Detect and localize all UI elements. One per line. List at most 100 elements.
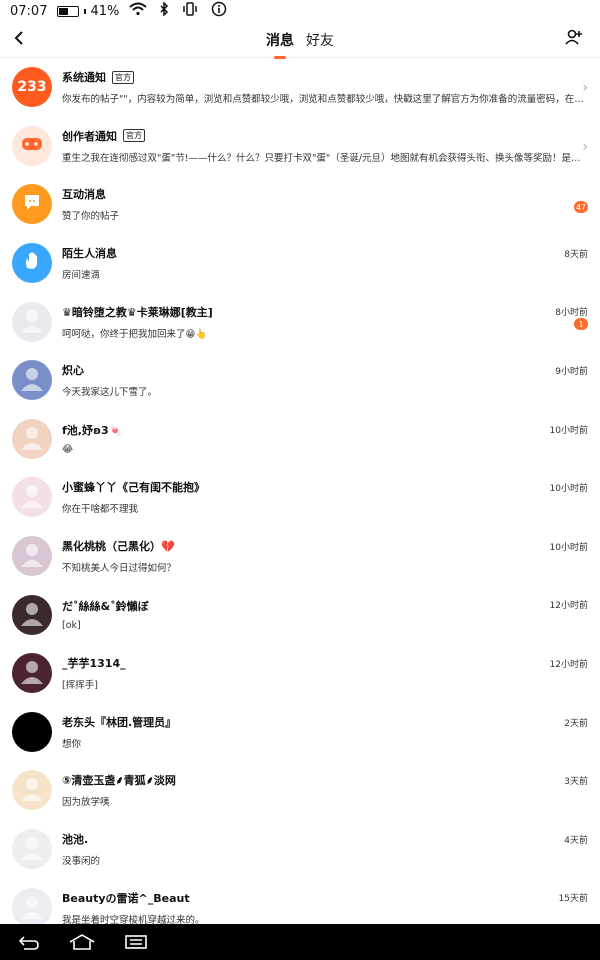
avatar[interactable] <box>12 418 52 459</box>
item-name: 炽心 <box>62 364 84 378</box>
list-item[interactable]: _芋芋1314_ [挥挥手] 12小时前 <box>0 644 600 703</box>
item-name: 池池. <box>62 833 89 847</box>
item-message: 重生之我在连彻感过双"蛋"节!——什么？什么？只要打卡双"蛋"（圣诞/元旦）地图… <box>62 152 588 164</box>
avatar[interactable] <box>12 770 52 811</box>
hand-icon <box>21 250 43 276</box>
avatar[interactable] <box>12 829 52 870</box>
avatar[interactable] <box>12 243 52 284</box>
list-item[interactable]: 创作者通知 官方重生之我在连彻感过双"蛋"节!——什么？什么？只要打卡双"蛋"（圣… <box>0 117 600 176</box>
item-name: 创作者通知 <box>62 129 117 143</box>
header-tabs: 消息 好友 <box>266 28 334 52</box>
item-message: 因为放学咦 <box>62 797 110 809</box>
tab-messages[interactable]: 消息 <box>266 28 294 52</box>
avatar[interactable] <box>12 125 52 166</box>
list-item[interactable]: 老东头『林团.管理员』 想你 2天前 <box>0 703 600 762</box>
item-message: [ok] <box>62 620 81 632</box>
list-item[interactable]: ♛暗铃堕之教♛卡莱琳娜[教主] 呵呵哒，你终于把我加回来了😁👆 8小时前 1 <box>0 292 600 351</box>
header: 消息 好友 <box>0 22 600 58</box>
user-avatar-icon <box>18 423 46 455</box>
list-item[interactable]: ⑤清壶玉盏⸙青狐⸙淡网 因为放学咦 3天前 <box>0 761 600 820</box>
official-tag: 官方 <box>123 129 145 143</box>
item-time: 9小时前 <box>555 366 588 377</box>
item-message: 你在干啥都不理我 <box>62 504 139 516</box>
item-message: 房间速滴 <box>62 270 101 282</box>
unread-badge: 1 <box>574 318 588 331</box>
item-time: 12小时前 <box>549 659 588 670</box>
avatar[interactable] <box>12 477 52 518</box>
item-name: ⑤清壶玉盏⸙青狐⸙淡网 <box>62 774 176 788</box>
item-message: 不知桃美人今日过得如何？ <box>62 563 177 575</box>
list-item[interactable]: 小蜜蜂丫丫《己有闺不能抱》 你在干啥都不理我 10小时前 <box>0 468 600 527</box>
battery-percent: 41% <box>90 3 120 19</box>
add-friend-icon[interactable] <box>564 27 584 47</box>
avatar[interactable] <box>12 653 52 694</box>
item-name: _芋芋1314_ <box>62 657 126 671</box>
user-avatar-icon <box>18 892 46 924</box>
chevron-right-icon: › <box>582 80 588 96</box>
avatar[interactable] <box>12 184 52 225</box>
gamepad-icon <box>20 135 44 157</box>
item-name: f池,妤ʚ3🍬 <box>62 424 123 438</box>
avatar[interactable] <box>12 887 52 928</box>
item-time: 8天前 <box>564 249 588 260</box>
item-time: 10小时前 <box>549 425 588 436</box>
status-bar: 07:07 41% <box>0 0 600 22</box>
item-message: [挥挥手] <box>62 680 98 692</box>
user-avatar-icon <box>18 833 46 865</box>
unread-badge: 47 <box>573 201 588 214</box>
avatar[interactable] <box>12 360 52 401</box>
user-avatar-icon <box>18 657 46 689</box>
item-name: だ˚絲絲&˚鈴懶ぼ <box>62 600 149 614</box>
item-name: 老东头『林团.管理员』 <box>62 715 177 729</box>
avatar[interactable] <box>12 594 52 635</box>
list-item[interactable]: 池池. 没事闲的 4天前 <box>0 820 600 879</box>
tab-friends[interactable]: 好友 <box>306 28 334 52</box>
avatar[interactable] <box>12 536 52 577</box>
logo-233-icon: 233 <box>17 79 47 96</box>
avatar[interactable]: 233 <box>12 67 52 108</box>
item-time: 8小时前 <box>555 308 588 319</box>
list-item[interactable]: 233 系统通知 官方 你发布的帖子""，内容较为简单，浏览和点赞都较少哦，浏览和点赞… <box>0 58 600 117</box>
list-item[interactable]: 炽心今天我家这儿下雪了。 9小时前 <box>0 351 600 410</box>
user-avatar-icon <box>18 364 46 396</box>
user-avatar-icon <box>18 481 46 513</box>
item-message: 😂 <box>62 444 74 456</box>
user-avatar-icon <box>18 540 46 572</box>
nav-home-icon[interactable] <box>68 930 96 954</box>
chat-bubble-icon <box>21 191 43 217</box>
back-arrow-icon[interactable] <box>10 28 30 48</box>
item-name: 黑化桃桃（己黑化）💔 <box>62 540 175 554</box>
list-item[interactable]: f池,妤ʚ3🍬 😂 10小时前 <box>0 410 600 469</box>
nav-back-icon[interactable] <box>14 930 42 954</box>
user-avatar-icon <box>18 774 46 806</box>
item-name: 系统通知 <box>62 71 106 85</box>
item-message: 赞了你的帖子 <box>62 211 120 223</box>
avatar[interactable] <box>12 301 52 342</box>
item-name: 陌生人消息 <box>62 247 117 261</box>
user-avatar-icon <box>18 306 46 338</box>
battery-icon <box>57 5 80 17</box>
avatar[interactable] <box>12 711 52 752</box>
message-list: 233 系统通知官方 你发布的帖子""，内容较为简单，浏览和点赞都较少哦，浏览和点赞… <box>0 58 600 937</box>
system-nav-bar <box>0 924 600 960</box>
item-time: 12小时前 <box>549 601 588 612</box>
list-item[interactable]: 黑化桃桃（己黑化）💔 不知桃美人今日过得如何？ 10小时前 <box>0 527 600 586</box>
item-message: 你发布的帖子""，内容较为简单，浏览和点赞都较少哦，浏览和点赞都较少哦，快戳这里… <box>62 94 588 106</box>
info-icon <box>211 1 227 21</box>
list-item[interactable]: だ˚絲絲&˚鈴懶ぼ [ok] 12小时前 <box>0 585 600 644</box>
battery-indicator: 41% <box>57 4 119 19</box>
item-name: 互动消息 <box>62 188 106 202</box>
item-time: 2天前 <box>564 718 588 729</box>
item-time: 10小时前 <box>549 542 588 553</box>
item-message: 想你 <box>62 738 82 750</box>
item-name: 小蜜蜂丫丫《己有闺不能抱》 <box>62 481 205 495</box>
wifi-icon <box>129 2 148 20</box>
nav-menu-icon[interactable] <box>122 930 150 954</box>
item-name: Beautyの雷诺^_Beaut <box>62 891 190 905</box>
vibrate-icon <box>181 2 199 20</box>
item-message: 呵呵哒，你终于把我加回来了😁👆 <box>62 328 208 340</box>
list-item[interactable]: 陌生人消息房间速滴 8天前 <box>0 234 600 293</box>
item-time: 3天前 <box>564 777 588 788</box>
item-message: 今天我家这儿下雪了。 <box>62 387 158 399</box>
list-item[interactable]: 互动消息赞了你的帖子 47 <box>0 175 600 234</box>
